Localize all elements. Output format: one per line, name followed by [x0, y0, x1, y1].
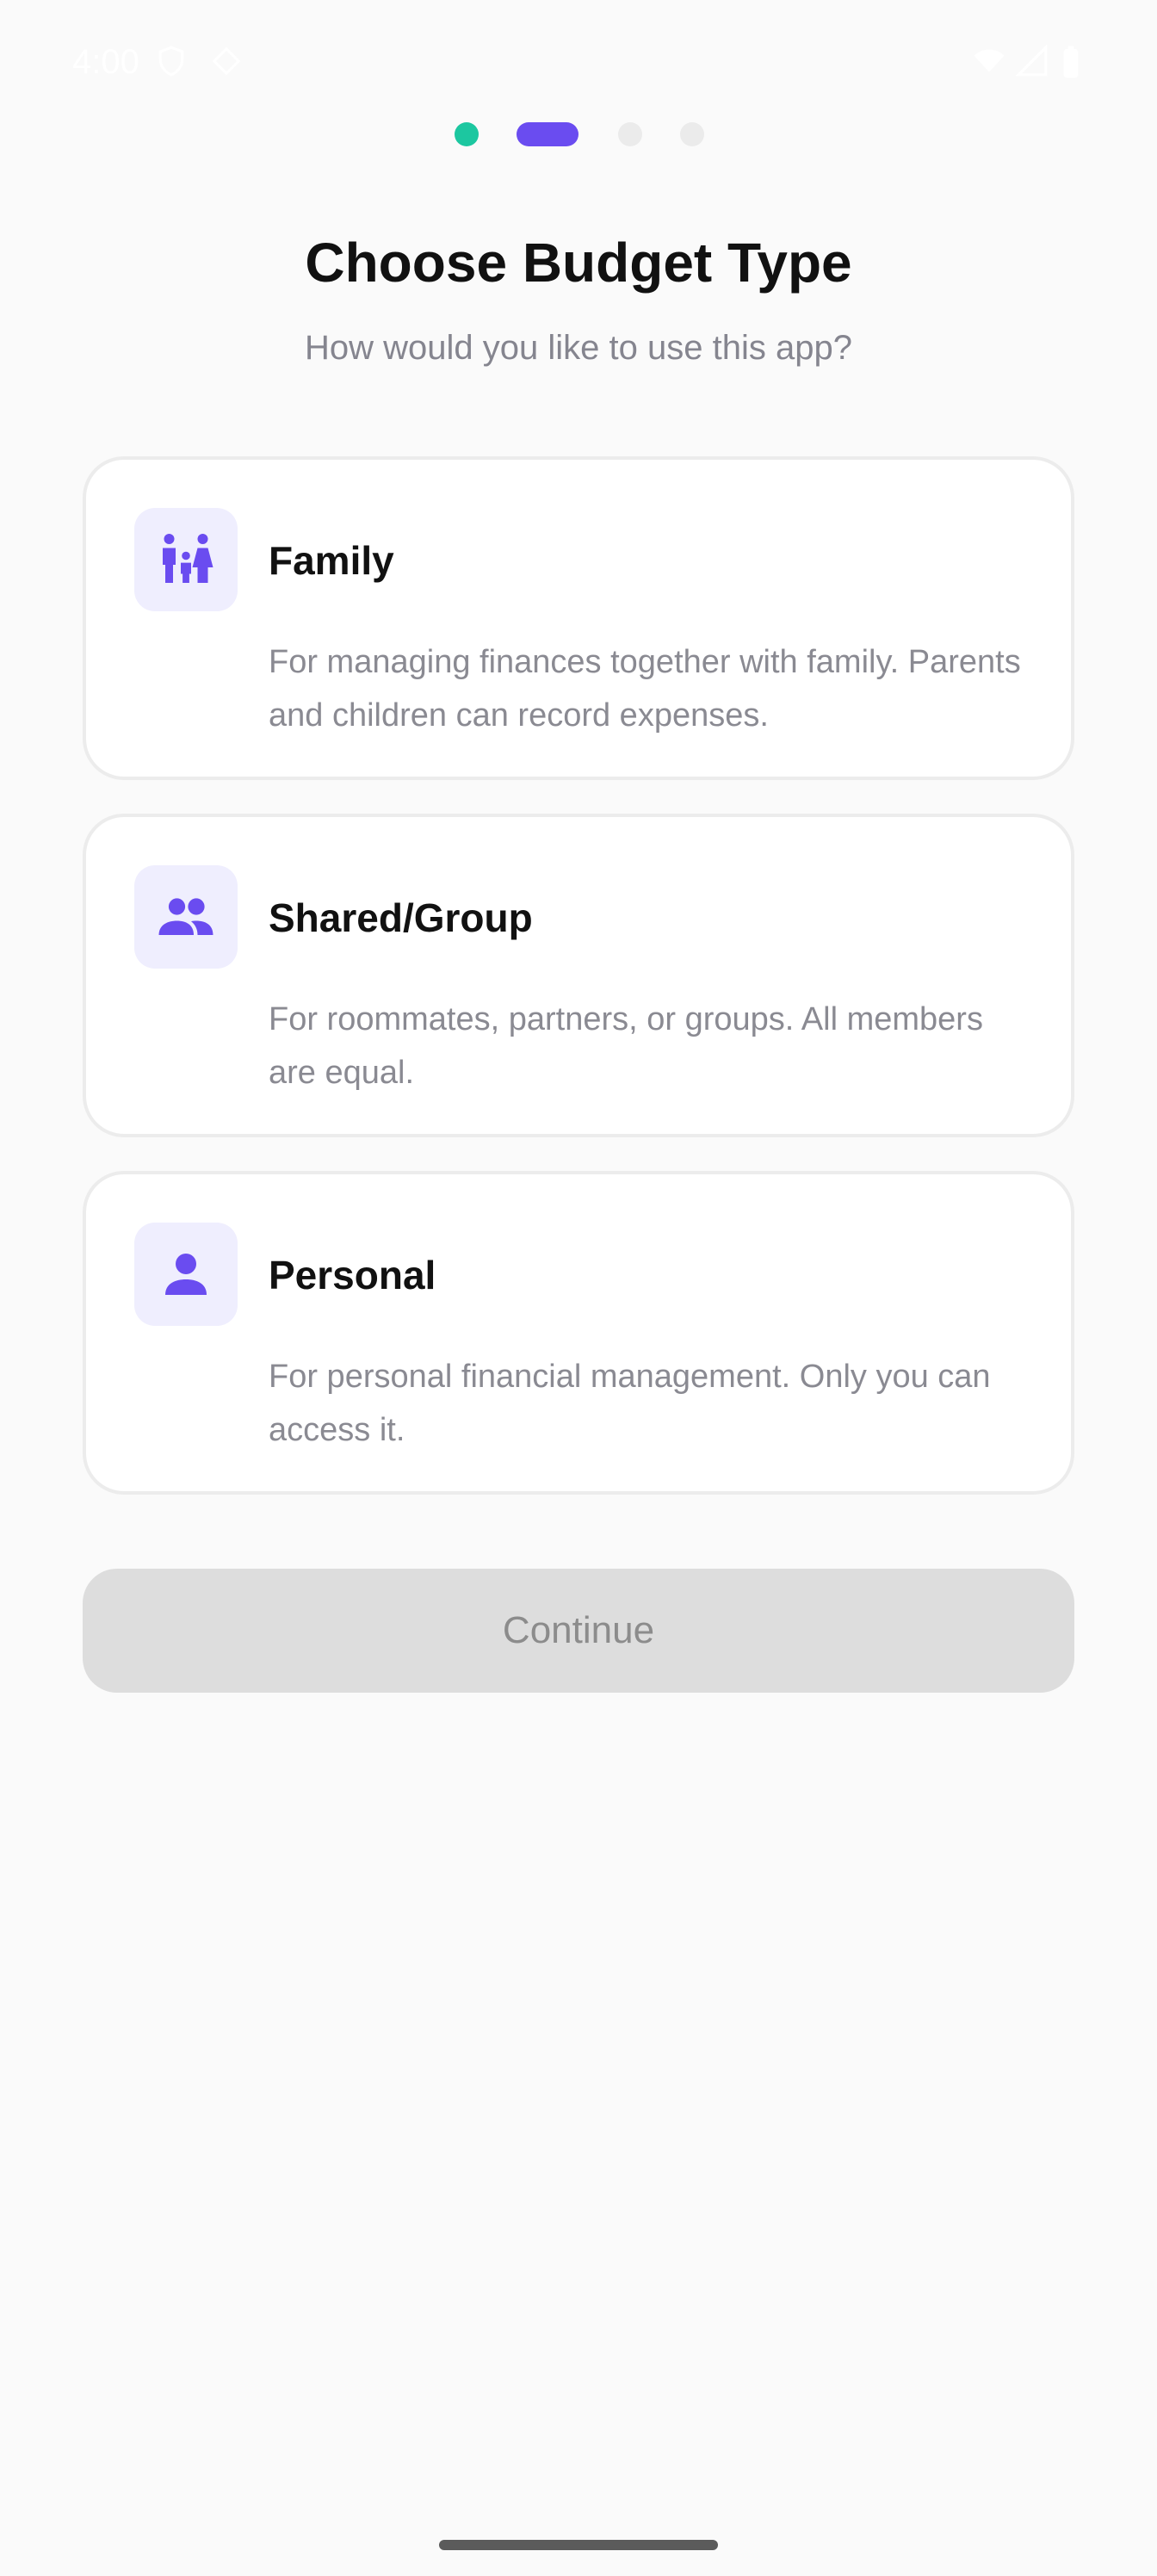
group-icon — [158, 898, 213, 935]
status-time: 4:00 — [72, 43, 139, 81]
option-title: Shared/Group — [269, 895, 533, 940]
step-dot-upcoming — [618, 122, 642, 146]
diamond-icon — [210, 45, 243, 77]
family-icon — [163, 534, 213, 583]
person-icon-container — [134, 1223, 238, 1326]
signal-icon — [1015, 44, 1049, 77]
wifi-icon — [969, 45, 1009, 77]
option-card-family[interactable]: Family For managing finances together wi… — [83, 456, 1074, 780]
option-description: For roommates, partners, or groups. All … — [269, 1001, 983, 1091]
home-indicator[interactable] — [439, 2540, 718, 2550]
step-dot-completed — [455, 122, 479, 146]
continue-button[interactable]: Continue — [83, 1569, 1074, 1693]
page-title: Choose Budget Type — [305, 232, 852, 294]
shield-icon — [155, 45, 188, 77]
option-title: Personal — [269, 1253, 436, 1297]
step-dot-upcoming — [680, 122, 704, 146]
onboarding-stepper — [0, 122, 1157, 146]
group-icon-container — [134, 865, 238, 969]
option-card-shared-group[interactable]: Shared/Group For roommates, partners, or… — [83, 814, 1074, 1137]
page-subtitle: How would you like to use this app? — [305, 329, 852, 367]
option-description: For managing finances together with fami… — [269, 644, 1021, 734]
status-bar: 4:00 — [0, 0, 1157, 129]
option-description: For personal financial management. Only … — [269, 1359, 991, 1448]
option-title: Family — [269, 538, 394, 583]
step-dot-active — [517, 122, 578, 146]
option-card-personal[interactable]: Personal For personal financial manageme… — [83, 1171, 1074, 1495]
person-icon — [165, 1254, 207, 1295]
battery-icon — [1061, 45, 1081, 78]
family-icon-container — [134, 508, 238, 611]
